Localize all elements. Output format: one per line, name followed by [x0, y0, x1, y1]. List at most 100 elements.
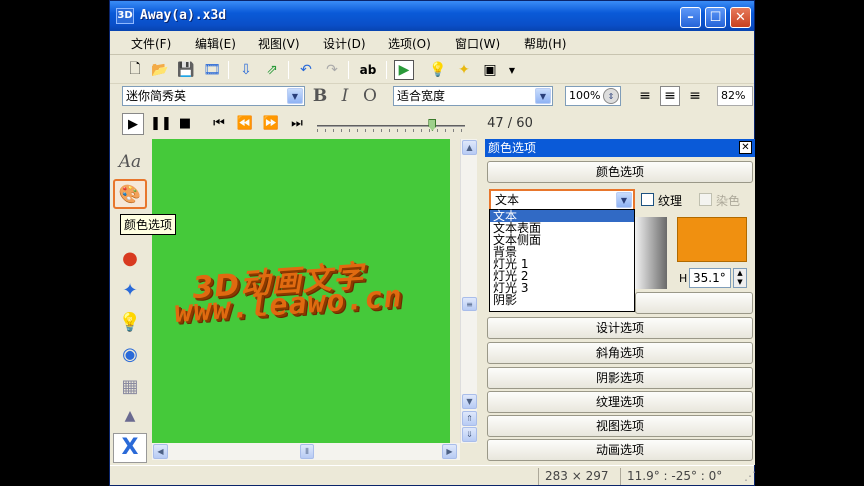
section-animation[interactable]: 动画选项	[487, 439, 753, 461]
next-frame-icon[interactable]: ⏩	[260, 113, 282, 135]
main-toolbar: 🗋 📂 💾 🎞 ⇩ ⇗ ↶ ↷ ab ▶ 💡 ✦ ▣ ▼	[110, 56, 754, 84]
playback-toolbar: ▶ ❚❚ ■ ⏮ ⏪ ⏩ ⏭ 47 / 60	[110, 111, 754, 137]
section-shadow[interactable]: 阴影选项	[487, 367, 753, 389]
menu-view[interactable]: 视图(V)	[258, 35, 300, 52]
panel-close-icon[interactable]: ✕	[739, 141, 752, 154]
play-preview-icon[interactable]: ▶	[394, 60, 414, 80]
section-view[interactable]: 视图选项	[487, 415, 753, 437]
first-frame-icon[interactable]: ⏮	[208, 113, 230, 135]
italic-button[interactable]: I	[335, 86, 355, 106]
scroll-left-icon[interactable]: ◀	[153, 444, 168, 459]
prev-frame-icon[interactable]: ⏪	[234, 113, 256, 135]
menu-help[interactable]: 帮助(H)	[524, 35, 566, 52]
toolbar-divider	[386, 61, 387, 79]
sphere-red-icon[interactable]: ●	[113, 243, 147, 273]
scroll-thumb-h[interactable]: ⦀	[300, 444, 314, 459]
scale-input[interactable]: 82%	[717, 86, 753, 106]
pause-icon[interactable]: ❚❚	[150, 113, 172, 135]
title-bar[interactable]: 3D Away(a).x3d – ☐ ✕	[110, 1, 754, 31]
menu-window[interactable]: 窗口(W)	[455, 35, 500, 52]
logo-x-icon[interactable]: X	[113, 433, 147, 463]
chevron-down-icon[interactable]: ▼	[616, 192, 632, 208]
zoom-out-icon[interactable]: ⇓	[462, 427, 477, 442]
toolbar-divider	[228, 61, 229, 79]
light-bulb-icon[interactable]: 💡	[428, 60, 448, 80]
chevron-down-icon[interactable]: ▼	[535, 88, 551, 104]
section-hidden-bar[interactable]	[635, 292, 753, 314]
outline-button[interactable]: O	[360, 86, 380, 106]
color-target-select[interactable]: 文本 ▼	[489, 189, 635, 211]
menu-bar: 文件(F) 编辑(E) 视图(V) 设计(D) 选项(O) 窗口(W) 帮助(H…	[110, 31, 754, 55]
text-tool-button[interactable]: Aa	[113, 147, 147, 177]
scroll-right-icon[interactable]: ▶	[442, 444, 457, 459]
dropdown-option-shadow[interactable]: 阴影	[490, 294, 634, 306]
stop-icon[interactable]: ■	[174, 113, 196, 135]
align-center-icon[interactable]: ≡	[660, 86, 680, 106]
font-select[interactable]: 迷你简秀英 ▼	[122, 86, 305, 106]
color-target-dropdown: 文本 文本表面 文本侧面 背景 灯光 1 灯光 2 灯光 3 阴影	[489, 209, 635, 312]
zoom-in-icon[interactable]: ⇑	[462, 411, 477, 426]
menu-file[interactable]: 文件(F)	[131, 35, 171, 52]
align-right-icon[interactable]: ≡	[685, 86, 705, 106]
fit-mode-select[interactable]: 适合宽度 ▼	[393, 86, 553, 106]
menu-options[interactable]: 选项(O)	[388, 35, 431, 52]
brightness-gradient[interactable]	[635, 217, 667, 289]
hue-input[interactable]: 35.1°	[689, 268, 731, 288]
color-options-header[interactable]: 颜色选项	[487, 161, 753, 183]
hue-spin-icon[interactable]: ▲ ▼	[733, 268, 747, 288]
horizontal-scrollbar[interactable]: ◀ ⦀ ▶	[152, 443, 460, 460]
chevron-down-icon[interactable]: ▼	[287, 88, 303, 104]
vertical-scrollbar[interactable]: ▲ ≡ ▼ ⇑ ⇓	[460, 139, 477, 443]
minimize-button[interactable]: –	[680, 7, 701, 28]
fit-mode-value: 适合宽度	[397, 89, 446, 103]
scroll-thumb[interactable]: ≡	[462, 297, 477, 311]
menu-design[interactable]: 设计(D)	[323, 35, 366, 52]
resize-grip-icon[interactable]: ⋰	[738, 468, 756, 485]
section-texture[interactable]: 纹理选项	[487, 391, 753, 413]
save-icon[interactable]: 💾	[176, 60, 196, 80]
timeline-ticks	[317, 129, 465, 132]
undo-icon[interactable]: ↶	[296, 60, 316, 80]
export-icon[interactable]: 🎞	[202, 60, 222, 80]
section-bevel[interactable]: 斜角选项	[487, 342, 753, 364]
timeline-slider[interactable]	[317, 125, 465, 127]
align-left-icon[interactable]: ≡	[635, 86, 655, 106]
new-file-icon[interactable]: 🗋	[125, 60, 145, 80]
menu-edit[interactable]: 编辑(E)	[195, 35, 236, 52]
close-button[interactable]: ✕	[730, 7, 751, 28]
color-swatch[interactable]	[677, 217, 747, 262]
lighting-tool-icon[interactable]: 💡	[113, 307, 147, 337]
globe-tool-icon[interactable]: ◉	[113, 339, 147, 369]
zoom-input[interactable]: 100% ⇕	[565, 86, 621, 106]
display-icon[interactable]: ▣	[480, 60, 500, 80]
status-size: 283 × 297	[538, 468, 618, 485]
redo-icon[interactable]: ↷	[322, 60, 342, 80]
status-angles: 11.9° : -25° : 0°	[620, 468, 735, 485]
star-tool-icon[interactable]: ✦	[113, 275, 147, 305]
play-icon[interactable]: ▶	[122, 113, 144, 135]
text-edit-button[interactable]: ab	[358, 60, 378, 80]
maximize-button[interactable]: ☐	[705, 7, 726, 28]
scroll-down-icon[interactable]: ▼	[462, 394, 477, 409]
import-icon[interactable]: ⇩	[236, 60, 256, 80]
magic-wand-icon[interactable]: ✦	[454, 60, 474, 80]
status-bar: 283 × 297 11.9° : -25° : 0° ⋰	[110, 465, 756, 485]
app-3d-icon: 3D	[116, 8, 134, 24]
toolbar-divider	[348, 61, 349, 79]
publish-icon[interactable]: ⇗	[262, 60, 282, 80]
last-frame-icon[interactable]: ⏭	[286, 113, 308, 135]
preview-canvas[interactable]: 3D动画文字 www.leawo.cn	[152, 139, 450, 443]
shape-tool-icon[interactable]: ▲	[113, 401, 147, 431]
font-select-value: 迷你简秀英	[126, 89, 187, 103]
color-palette-icon[interactable]: 🎨	[113, 179, 147, 209]
section-design[interactable]: 设计选项	[487, 317, 753, 339]
chevron-down-icon[interactable]: ▼	[502, 60, 522, 80]
dye-checkbox[interactable]	[699, 193, 712, 206]
scroll-up-icon[interactable]: ▲	[462, 140, 477, 155]
open-folder-icon[interactable]: 📂	[150, 60, 170, 80]
hue-label: H	[679, 272, 688, 285]
texture-tool-icon[interactable]: ▦	[113, 371, 147, 401]
spin-icon[interactable]: ⇕	[603, 88, 619, 104]
bold-button[interactable]: B	[310, 86, 330, 106]
texture-checkbox[interactable]	[641, 193, 654, 206]
